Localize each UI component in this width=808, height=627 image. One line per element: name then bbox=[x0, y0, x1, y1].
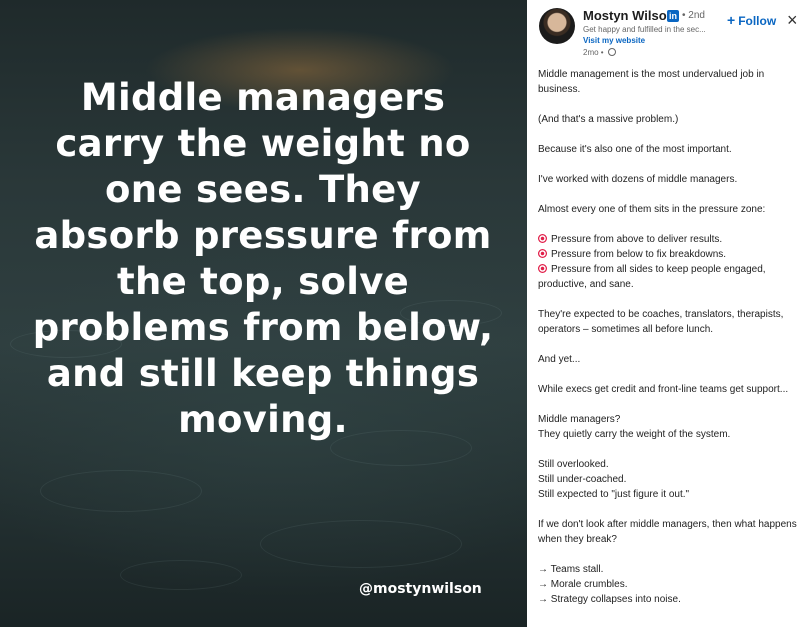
post-line: Still under-coached. bbox=[538, 474, 627, 485]
list-item: Pressure from all sides to keep people e… bbox=[538, 262, 800, 292]
post-paragraph: Because it's also one of the most import… bbox=[538, 144, 732, 155]
list-item: Pressure from below to fix breakdowns. bbox=[538, 247, 800, 262]
target-icon bbox=[538, 249, 547, 258]
linkedin-icon: in bbox=[667, 10, 679, 22]
post-paragraph: Middle managers? They quietly carry the … bbox=[538, 412, 800, 442]
post-paragraph: Middle management is the most undervalue… bbox=[538, 69, 765, 95]
post-panel: Mostyn Wilson in • 2nd + Follow × Get hap… bbox=[527, 0, 808, 627]
post-paragraph: Almost every one of them sits in the pre… bbox=[538, 204, 766, 215]
post-paragraph: And yet... bbox=[538, 354, 581, 365]
post-paragraph: If we don't look after middle managers, … bbox=[538, 519, 797, 545]
post-paragraph: I've worked with dozens of middle manage… bbox=[538, 174, 738, 185]
bullet-text: Pressure from all sides to keep people e… bbox=[538, 264, 766, 290]
website-link[interactable]: Visit my website bbox=[583, 36, 645, 45]
bullet-list: Pressure from above to deliver results. … bbox=[538, 232, 800, 292]
post-paragraph: (And that's a massive problem.) bbox=[538, 114, 679, 125]
follow-label: Follow bbox=[738, 14, 777, 28]
author-tagline: Get happy and fulfilled in the sec... bbox=[583, 25, 706, 34]
author-name[interactable]: Mostyn Wilson bbox=[583, 8, 675, 23]
list-item: Pressure from above to deliver results. bbox=[538, 232, 800, 247]
list-item: → Teams stall. bbox=[538, 564, 604, 575]
post-line: Still overlooked. bbox=[538, 459, 609, 470]
connection-degree: • 2nd bbox=[682, 10, 705, 21]
target-icon bbox=[538, 264, 547, 273]
post-line: They quietly carry the weight of the sys… bbox=[538, 429, 731, 440]
plus-icon: + bbox=[727, 12, 736, 28]
post-line: Middle managers? bbox=[538, 414, 621, 425]
bullet-text: Pressure from below to fix breakdowns. bbox=[551, 249, 727, 260]
post-paragraph: While execs get credit and front-line te… bbox=[538, 384, 789, 395]
arrow-list: → Teams stall. → Morale crumbles. → Stra… bbox=[538, 562, 800, 607]
post-image[interactable]: Middle managers carry the weight no one … bbox=[0, 0, 527, 627]
bullet-text: Pressure from above to deliver results. bbox=[551, 234, 723, 245]
avatar[interactable] bbox=[539, 8, 575, 44]
ripple-decoration bbox=[40, 470, 202, 512]
post-timestamp: 2mo • bbox=[583, 48, 616, 57]
image-quote: Middle managers carry the weight no one … bbox=[32, 76, 494, 441]
target-icon bbox=[538, 234, 547, 243]
post-line: Still expected to "just figure it out." bbox=[538, 489, 690, 500]
list-item: → Strategy collapses into noise. bbox=[538, 594, 681, 605]
list-item: → Morale crumbles. bbox=[538, 579, 628, 590]
ripple-decoration bbox=[120, 560, 242, 590]
close-icon[interactable]: × bbox=[787, 11, 798, 29]
ripple-decoration bbox=[260, 520, 462, 568]
post-paragraph: They're expected to be coaches, translat… bbox=[538, 309, 784, 335]
post-body: Middle management is the most undervalue… bbox=[538, 67, 800, 622]
image-handle: @mostynwilson bbox=[359, 581, 482, 597]
follow-button[interactable]: + Follow bbox=[727, 12, 776, 28]
globe-icon bbox=[607, 48, 616, 56]
timestamp-text: 2mo • bbox=[583, 48, 604, 57]
post-paragraph: Still overlooked. Still under-coached. S… bbox=[538, 457, 800, 502]
